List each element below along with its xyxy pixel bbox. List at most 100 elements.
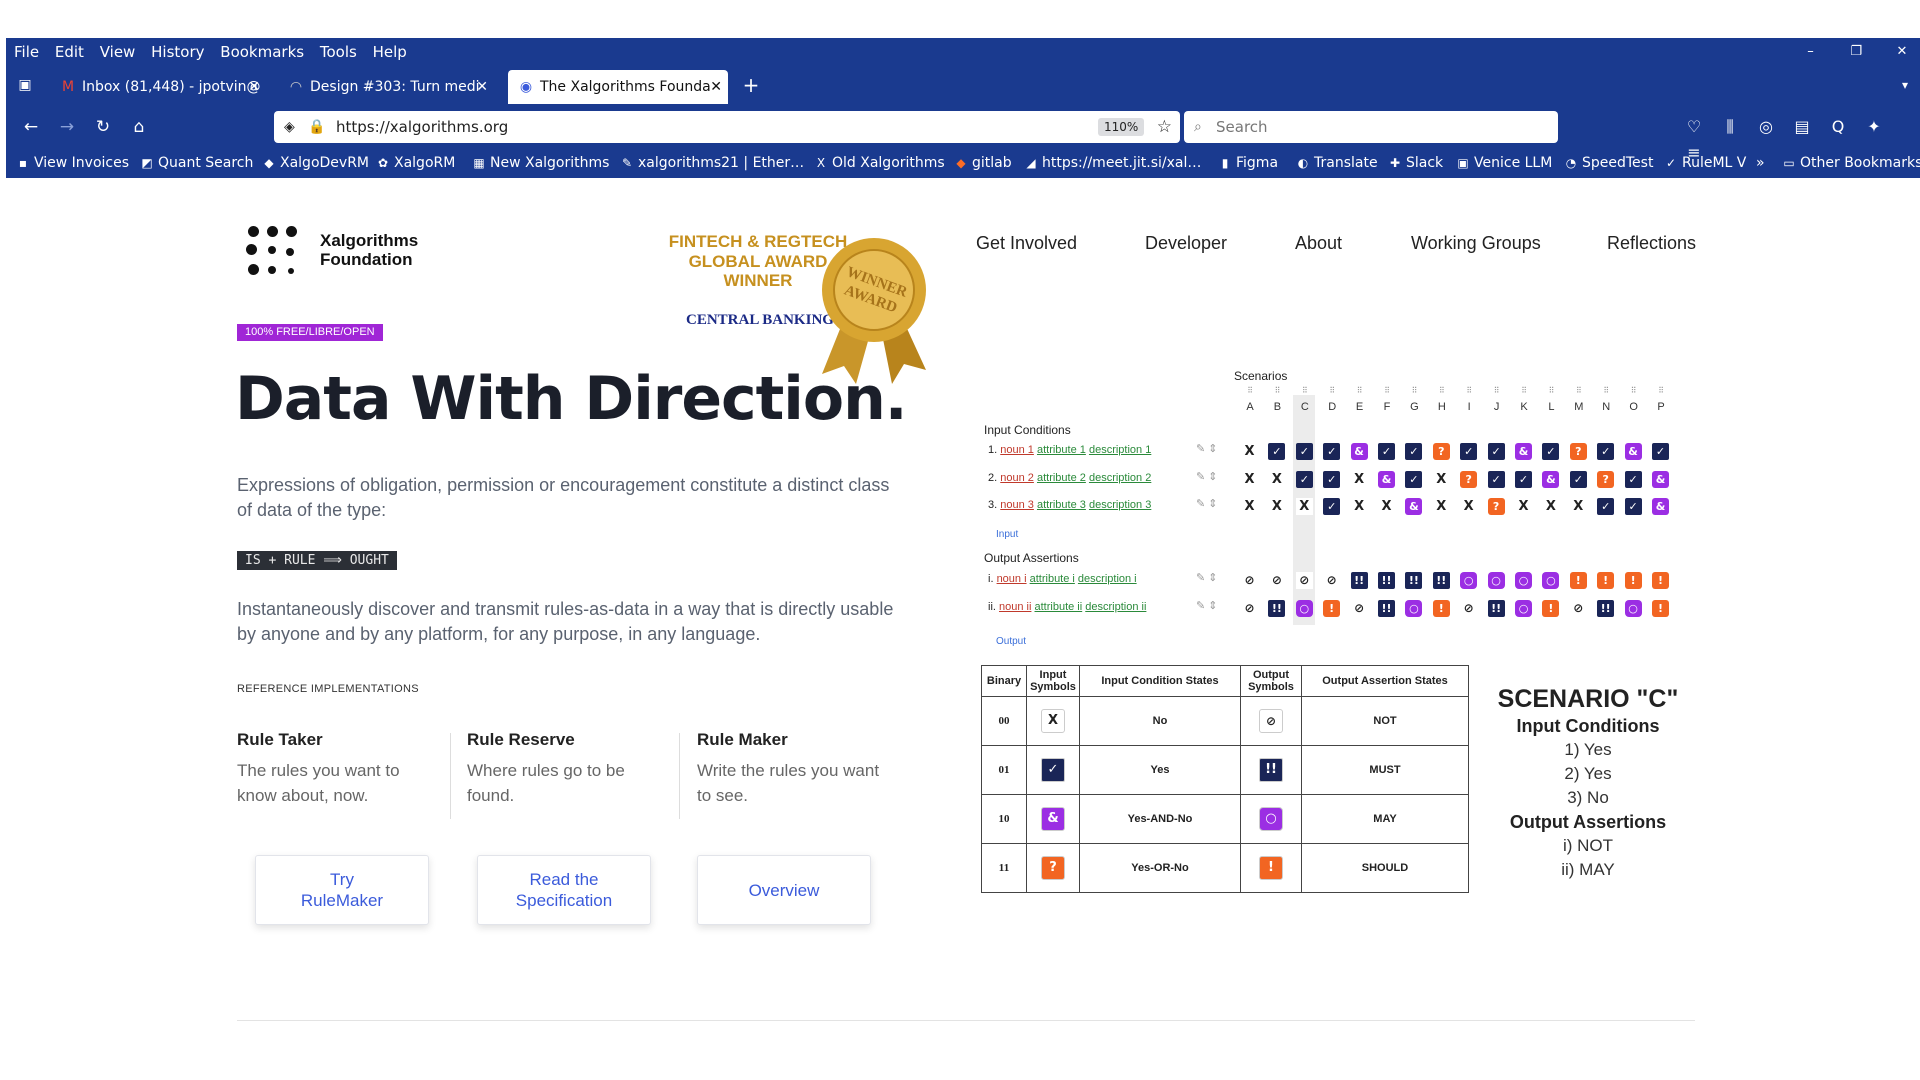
scenario-cell[interactable]: X [1350,498,1368,515]
scenario-cell[interactable]: ✓ [1295,470,1313,488]
menu-file[interactable]: File [14,38,39,66]
scenario-cell[interactable]: ✓ [1378,443,1395,460]
scenario-cell[interactable]: !! [1487,599,1505,617]
scenario-cell[interactable]: ✓ [1515,470,1532,488]
logo-text[interactable]: Xalgorithms Foundation [320,231,418,269]
scenario-cell[interactable]: ✓ [1268,443,1286,460]
nav-reflections[interactable]: Reflections [1607,233,1696,254]
search-input[interactable]: Search [1216,111,1268,143]
bookmark-item[interactable]: ◔ SpeedTest [1564,148,1654,178]
try-rulemaker-button[interactable]: Try RuleMaker [255,855,429,925]
scenario-column-g[interactable]: G [1405,401,1423,413]
scenario-cell[interactable]: X [1378,498,1395,515]
scenario-cell[interactable]: X [1268,470,1286,488]
scenario-column-p[interactable]: P [1652,401,1670,413]
add-output-link[interactable]: Output [996,636,1026,647]
scenario-column-j[interactable]: J [1488,401,1506,413]
column-drag-handle[interactable]: ⠿ [1296,386,1314,395]
overview-button[interactable]: Overview [697,855,871,925]
scenario-cell[interactable]: ! [1652,599,1669,617]
edit-icon[interactable]: ✎ ⇕ [1196,497,1218,510]
back-icon[interactable]: ← [18,114,44,140]
library-icon[interactable]: ⫼ [1712,114,1748,140]
site-logo[interactable] [246,226,298,278]
scenario-cell[interactable]: !! [1350,572,1368,589]
scenario-cell[interactable]: ? [1597,470,1615,488]
bookmark-item[interactable]: ✚ Slack [1388,148,1443,178]
column-drag-handle[interactable]: ⠿ [1405,386,1423,395]
column-drag-handle[interactable]: ⠿ [1378,386,1396,395]
scenario-cell[interactable]: !! [1597,599,1615,617]
scenario-cell[interactable]: ✓ [1652,443,1669,460]
edit-icon[interactable]: ✎ ⇕ [1196,470,1218,483]
bookmark-item[interactable]: ▪ View Invoices [16,148,129,178]
scenario-cell[interactable]: & [1515,443,1532,460]
add-input-link[interactable]: Input [996,529,1018,540]
column-drag-handle[interactable]: ⠿ [1488,386,1506,395]
scenario-cell[interactable]: ○ [1460,572,1478,589]
scenario-cell[interactable]: & [1624,443,1642,460]
scenario-column-d[interactable]: D [1323,401,1341,413]
scenario-cell[interactable]: X [1241,443,1258,460]
bookmark-item[interactable]: ◆ gitlab [954,148,1011,178]
bookmark-item[interactable]: ▮ Figma [1218,148,1278,178]
scenario-cell[interactable]: ! [1597,572,1615,589]
scenario-column-b[interactable]: B [1268,401,1286,413]
bookmark-item[interactable]: ◐ Translate [1296,148,1378,178]
scenario-cell[interactable]: & [1405,498,1423,515]
scenario-column-a[interactable]: A [1241,401,1259,413]
menu-tools[interactable]: Tools [320,38,357,66]
scenario-cell[interactable]: ✓ [1323,470,1341,488]
scenario-cell[interactable]: X [1432,498,1450,515]
scenario-cell[interactable]: X [1268,498,1286,515]
account-icon[interactable]: ◎ [1748,114,1784,140]
scenario-cell[interactable]: !! [1378,599,1395,617]
scenario-cell[interactable]: ⊘ [1241,599,1258,617]
bookmark-item[interactable]: X Old Xalgorithms [814,148,945,178]
home-icon[interactable]: ⌂ [126,114,152,140]
reader-icon[interactable]: ▤ [1784,114,1820,140]
edit-icon[interactable]: ✎ ⇕ [1196,599,1218,612]
column-drag-handle[interactable]: ⠿ [1597,386,1615,395]
column-drag-handle[interactable]: ⠿ [1515,386,1533,395]
scenario-column-i[interactable]: I [1460,401,1478,413]
scenario-cell[interactable]: ! [1652,572,1669,589]
column-drag-handle[interactable]: ⠿ [1570,386,1588,395]
close-window-button[interactable]: ✕ [1887,38,1917,66]
scenario-cell[interactable]: !! [1405,572,1423,589]
scenario-column-o[interactable]: O [1625,401,1643,413]
close-icon[interactable]: ✕ [248,70,260,104]
scenario-cell[interactable]: & [1652,470,1669,488]
scenario-cell[interactable]: ○ [1542,572,1560,589]
scenario-cell[interactable]: ○ [1295,599,1313,617]
input-row-label[interactable]: 2. noun 2 attribute 2 description 2 [988,472,1151,484]
bookmark-folder[interactable]: ▭ Other Bookmarks [1782,148,1920,178]
scenario-cell[interactable]: ✓ [1597,498,1615,515]
column-drag-handle[interactable]: ⠿ [1542,386,1560,395]
scenario-cell[interactable]: ? [1432,443,1450,460]
scenario-cell[interactable]: X [1241,470,1258,488]
scenario-cell[interactable]: ! [1569,572,1587,589]
scenario-cell[interactable]: X [1542,498,1560,515]
scenario-cell[interactable]: ! [1624,572,1642,589]
scenario-column-f[interactable]: F [1378,401,1396,413]
scenario-cell[interactable]: ! [1323,599,1341,617]
menu-edit[interactable]: Edit [55,38,84,66]
scenario-cell[interactable]: ✓ [1624,470,1642,488]
input-row-label[interactable]: 1. noun 1 attribute 1 description 1 [988,444,1151,456]
nav-working-groups[interactable]: Working Groups [1411,233,1541,254]
forward-icon[interactable]: → [54,114,80,140]
scenario-cell[interactable]: ✓ [1487,470,1505,488]
url-bar[interactable]: ◈ 🔒 https://xalgorithms.org 110% ☆ [274,111,1180,143]
scenario-column-h[interactable]: H [1433,401,1451,413]
tab-xalgorithms[interactable]: ◉ The Xalgorithms Founda ✕ [508,70,728,104]
bookmark-item[interactable]: ◢ https://meet.jit.si/xal… [1024,148,1201,178]
tab-list-icon[interactable]: ▾ [1892,72,1918,98]
scenario-cell[interactable]: & [1542,470,1560,488]
close-icon[interactable]: ✕ [476,70,488,104]
scenario-cell[interactable]: X [1350,470,1368,488]
menu-bookmarks[interactable]: Bookmarks [220,38,304,66]
close-icon[interactable]: ✕ [710,70,722,104]
edit-icon[interactable]: ✎ ⇕ [1196,442,1218,455]
extension-q-icon[interactable]: Q [1820,114,1856,140]
